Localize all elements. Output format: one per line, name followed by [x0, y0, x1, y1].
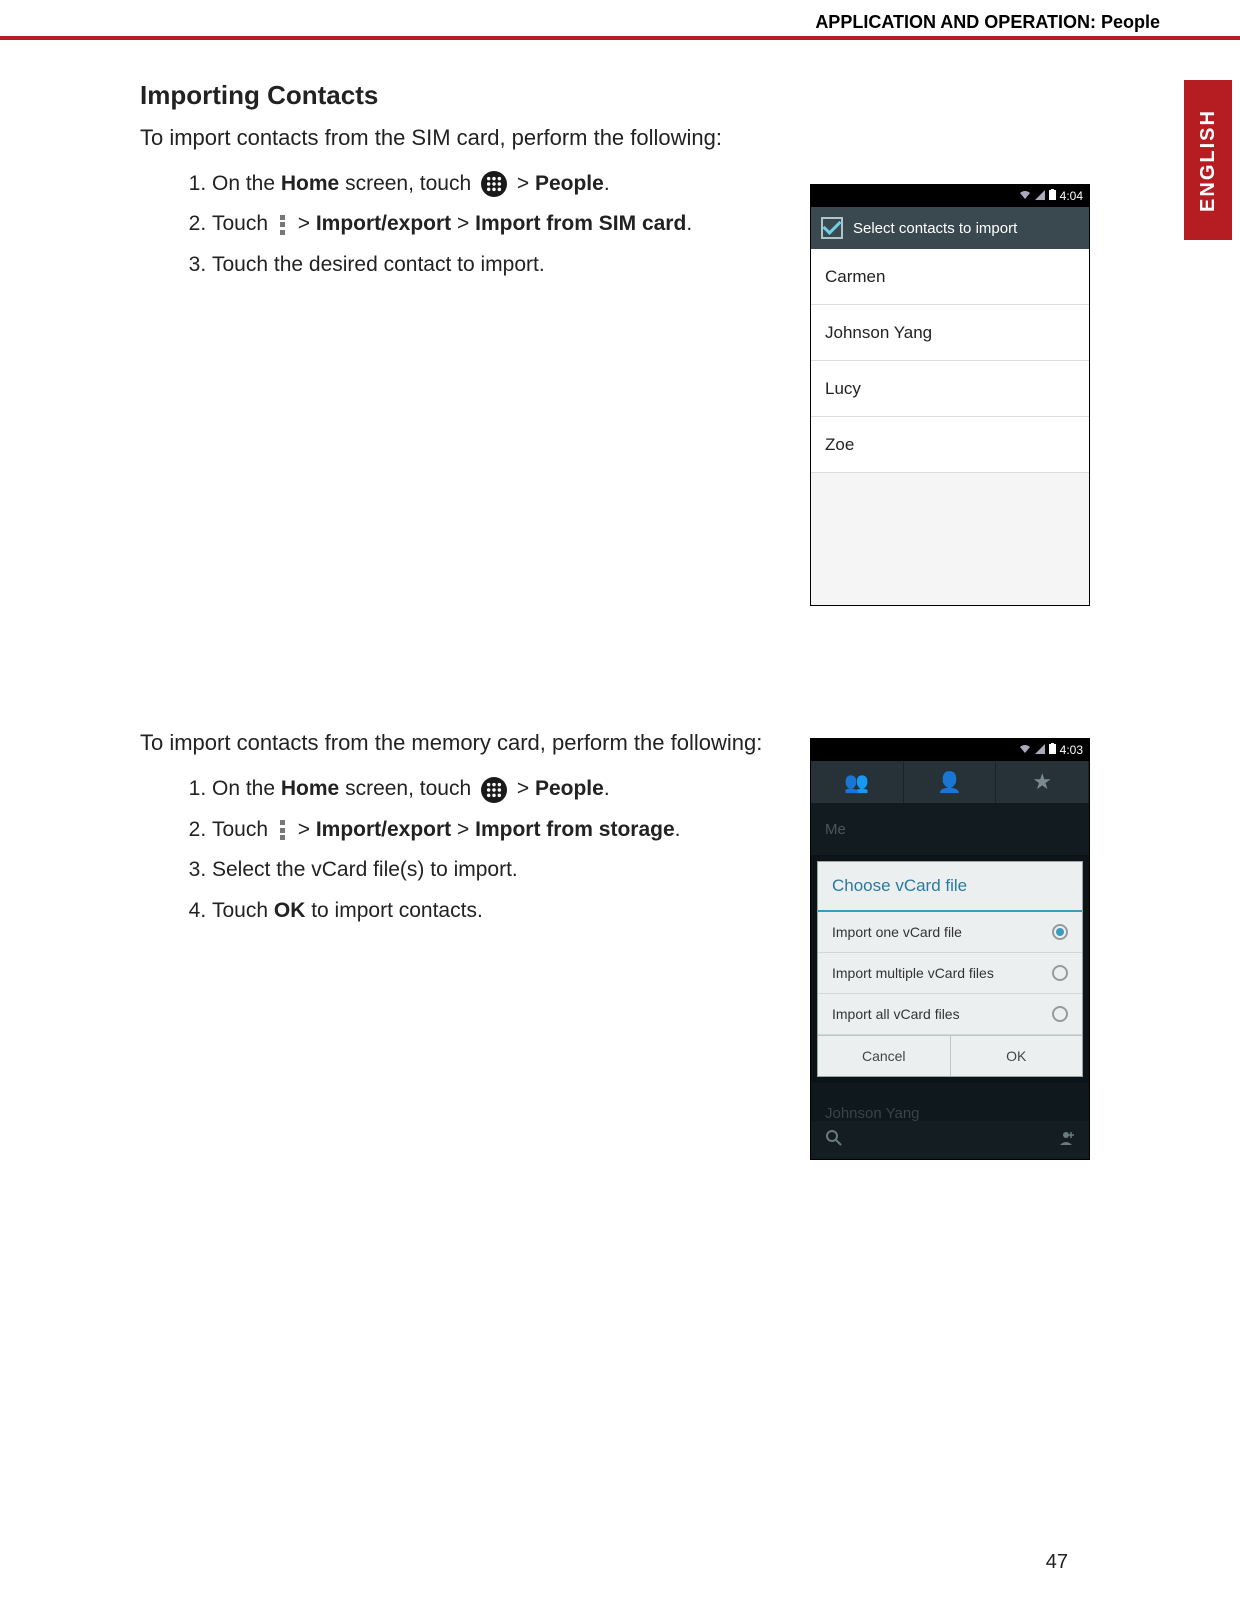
text: On the — [212, 172, 281, 195]
text: On the — [212, 777, 281, 800]
tab-groups[interactable]: 👥 — [811, 761, 904, 803]
option-label: Import all vCard files — [832, 1006, 960, 1022]
signal-icon — [1035, 743, 1045, 757]
bold: Home — [281, 172, 339, 195]
header-breadcrumb: APPLICATION AND OPERATION: People — [815, 12, 1160, 33]
radio-option[interactable]: Import one vCard file — [818, 912, 1082, 953]
action-bar[interactable]: Select contacts to import — [811, 207, 1089, 249]
bold: People — [535, 172, 604, 195]
radio-option[interactable]: Import all vCard files — [818, 994, 1082, 1035]
bold: Import/export — [316, 212, 451, 235]
text: Touch — [212, 212, 274, 235]
text: > — [451, 212, 475, 235]
radio-icon[interactable] — [1052, 965, 1068, 981]
status-bar: 4:03 — [811, 739, 1089, 761]
star-icon: ★ — [1032, 769, 1052, 795]
search-icon[interactable] — [825, 1129, 843, 1152]
status-bar: 4:04 — [811, 185, 1089, 207]
android-screenshot-sim: 4:04 Select contacts to import Carmen Jo… — [810, 184, 1090, 606]
wifi-icon — [1019, 743, 1031, 758]
cancel-button[interactable]: Cancel — [818, 1036, 951, 1076]
language-tab: ENGLISH — [1184, 80, 1232, 240]
clock: 4:03 — [1060, 743, 1083, 757]
android-screenshot-vcard: 4:03 👥 👤 ★ Me Choose vCard file Import o… — [810, 738, 1090, 1160]
options-icon — [278, 215, 288, 235]
language-label: ENGLISH — [1197, 109, 1220, 212]
text: > — [298, 212, 316, 235]
battery-icon — [1049, 743, 1056, 757]
option-label: Import multiple vCard files — [832, 965, 994, 981]
group-icon: 👥 — [844, 770, 869, 795]
list-item[interactable]: Lucy — [811, 361, 1089, 417]
battery-icon — [1049, 189, 1056, 203]
dialog-title: Choose vCard file — [818, 862, 1082, 912]
text: > — [298, 818, 316, 841]
text: to import contacts. — [305, 899, 482, 922]
action-bar-title: Select contacts to import — [853, 220, 1017, 237]
bold: OK — [274, 899, 306, 922]
text: screen, touch — [339, 777, 477, 800]
bold: Import/export — [316, 818, 451, 841]
text: . — [604, 777, 610, 800]
option-label: Import one vCard file — [832, 924, 962, 940]
list-item[interactable]: Carmen — [811, 249, 1089, 305]
checkbox-icon[interactable] — [821, 217, 843, 239]
bold: Home — [281, 777, 339, 800]
tab-bar: 👥 👤 ★ — [811, 761, 1089, 803]
radio-icon[interactable] — [1052, 924, 1068, 940]
radio-option[interactable]: Import multiple vCard files — [818, 953, 1082, 994]
apps-icon — [481, 777, 507, 803]
section-title: Importing Contacts — [140, 80, 1100, 111]
tab-favorites[interactable]: ★ — [996, 761, 1089, 803]
list-item[interactable]: Zoe — [811, 417, 1089, 473]
options-icon — [278, 820, 288, 840]
page-number: 47 — [1046, 1551, 1068, 1574]
bold: People — [535, 777, 604, 800]
vcard-dialog: Choose vCard file Import one vCard file … — [817, 861, 1083, 1077]
wifi-icon — [1019, 189, 1031, 204]
text: . — [675, 818, 681, 841]
ok-button[interactable]: OK — [951, 1036, 1083, 1076]
dimmed-row-me: Me — [811, 803, 1089, 855]
text: > — [517, 777, 535, 800]
dialog-buttons: Cancel OK — [818, 1035, 1082, 1076]
bottom-bar — [811, 1121, 1089, 1159]
tab-all-contacts[interactable]: 👤 — [904, 761, 997, 803]
person-icon: 👤 — [937, 770, 962, 795]
clock: 4:04 — [1060, 189, 1083, 203]
text: > — [451, 818, 475, 841]
bold: Import from storage — [475, 818, 675, 841]
bold: Import from SIM card — [475, 212, 686, 235]
text: screen, touch — [339, 172, 477, 195]
text: > — [517, 172, 535, 195]
list-item[interactable]: Johnson Yang — [811, 305, 1089, 361]
text: Touch — [212, 899, 274, 922]
apps-icon — [481, 171, 507, 197]
radio-icon[interactable] — [1052, 1006, 1068, 1022]
signal-icon — [1035, 189, 1045, 203]
text: . — [686, 212, 692, 235]
intro-sim: To import contacts from the SIM card, pe… — [140, 125, 1100, 151]
add-contact-icon[interactable] — [1057, 1129, 1075, 1152]
text: . — [604, 172, 610, 195]
text: Touch — [212, 818, 274, 841]
